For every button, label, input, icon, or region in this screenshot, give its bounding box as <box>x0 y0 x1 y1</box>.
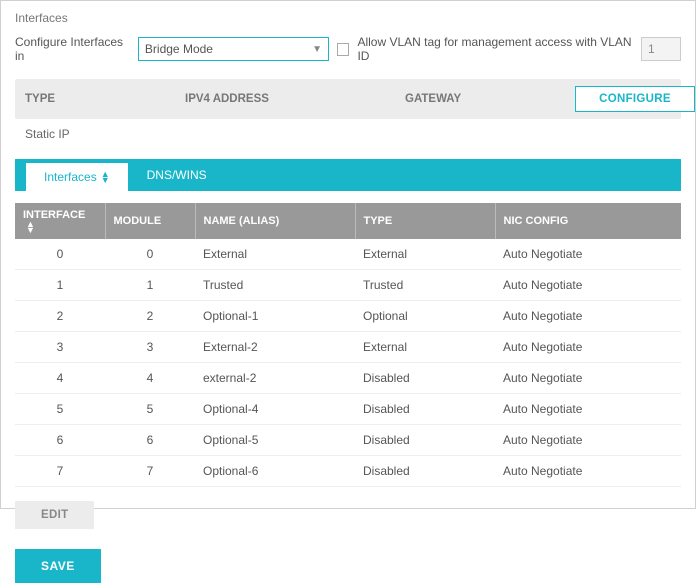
cell-name: External-2 <box>195 332 355 363</box>
interfaces-table: INTERFACE ▲▼ MODULE NAME (ALIAS) TYPE NI… <box>15 203 681 487</box>
th-type[interactable]: TYPE <box>355 203 495 239</box>
cell-name: Trusted <box>195 270 355 301</box>
cell-name: Optional-5 <box>195 425 355 456</box>
table-row[interactable]: 00ExternalExternalAuto Negotiate <box>15 239 681 270</box>
configure-button[interactable]: CONFIGURE <box>575 86 695 112</box>
tab-interfaces[interactable]: Interfaces ▲▼ <box>25 162 129 191</box>
cell-type: External <box>355 239 495 270</box>
chevron-down-icon: ▼ <box>312 44 322 55</box>
mode-select-value: Bridge Mode <box>145 42 213 56</box>
vlan-checkbox[interactable] <box>337 43 349 56</box>
sort-icon: ▲▼ <box>26 221 35 233</box>
cell-interface: 6 <box>15 425 105 456</box>
th-nic[interactable]: NIC CONFIG <box>495 203 681 239</box>
cell-type: Disabled <box>355 394 495 425</box>
summary-th-type: TYPE <box>25 93 185 105</box>
summary-type-value: Static IP <box>15 119 681 159</box>
mode-select[interactable]: Bridge Mode ▼ <box>138 37 329 61</box>
cell-nic: Auto Negotiate <box>495 270 681 301</box>
cell-module: 3 <box>105 332 195 363</box>
cell-type: Disabled <box>355 425 495 456</box>
cell-name: Optional-1 <box>195 301 355 332</box>
tab-dnswins[interactable]: DNS/WINS <box>129 159 225 191</box>
th-name[interactable]: NAME (ALIAS) <box>195 203 355 239</box>
summary-header: TYPE IPV4 ADDRESS GATEWAY CONFIGURE <box>15 79 681 119</box>
cell-nic: Auto Negotiate <box>495 239 681 270</box>
table-row[interactable]: 22Optional-1OptionalAuto Negotiate <box>15 301 681 332</box>
configure-label: Configure Interfaces in <box>15 35 130 63</box>
configure-row: Configure Interfaces in Bridge Mode ▼ Al… <box>15 35 681 63</box>
cell-name: external-2 <box>195 363 355 394</box>
cell-nic: Auto Negotiate <box>495 456 681 487</box>
th-module[interactable]: MODULE <box>105 203 195 239</box>
table-row[interactable]: 66Optional-5DisabledAuto Negotiate <box>15 425 681 456</box>
table-row[interactable]: 44external-2DisabledAuto Negotiate <box>15 363 681 394</box>
cell-type: Trusted <box>355 270 495 301</box>
vlan-id-input[interactable] <box>641 37 681 61</box>
cell-nic: Auto Negotiate <box>495 394 681 425</box>
cell-module: 0 <box>105 239 195 270</box>
page-title: Interfaces <box>15 11 681 25</box>
cell-interface: 2 <box>15 301 105 332</box>
cell-type: Disabled <box>355 363 495 394</box>
cell-module: 2 <box>105 301 195 332</box>
cell-nic: Auto Negotiate <box>495 332 681 363</box>
cell-interface: 7 <box>15 456 105 487</box>
table-row[interactable]: 55Optional-4DisabledAuto Negotiate <box>15 394 681 425</box>
table-row[interactable]: 11TrustedTrustedAuto Negotiate <box>15 270 681 301</box>
summary-th-gateway: GATEWAY <box>405 93 575 105</box>
cell-type: External <box>355 332 495 363</box>
cell-module: 6 <box>105 425 195 456</box>
tabs-bar: Interfaces ▲▼ DNS/WINS <box>15 159 681 191</box>
tab-interfaces-label: Interfaces <box>44 170 97 184</box>
cell-interface: 4 <box>15 363 105 394</box>
cell-name: External <box>195 239 355 270</box>
save-button[interactable]: SAVE <box>15 549 101 583</box>
cell-interface: 0 <box>15 239 105 270</box>
cell-nic: Auto Negotiate <box>495 301 681 332</box>
vlan-checkbox-label: Allow VLAN tag for management access wit… <box>357 35 633 63</box>
cell-interface: 3 <box>15 332 105 363</box>
cell-nic: Auto Negotiate <box>495 363 681 394</box>
cell-module: 1 <box>105 270 195 301</box>
th-interface[interactable]: INTERFACE ▲▼ <box>15 203 105 239</box>
edit-button[interactable]: EDIT <box>15 501 94 529</box>
cell-interface: 5 <box>15 394 105 425</box>
cell-interface: 1 <box>15 270 105 301</box>
cell-module: 7 <box>105 456 195 487</box>
cell-nic: Auto Negotiate <box>495 425 681 456</box>
sort-icon: ▲▼ <box>101 171 110 183</box>
summary-th-ipv4: IPV4 ADDRESS <box>185 93 405 105</box>
table-row[interactable]: 77Optional-6DisabledAuto Negotiate <box>15 456 681 487</box>
cell-module: 5 <box>105 394 195 425</box>
cell-name: Optional-4 <box>195 394 355 425</box>
table-row[interactable]: 33External-2ExternalAuto Negotiate <box>15 332 681 363</box>
cell-name: Optional-6 <box>195 456 355 487</box>
cell-type: Optional <box>355 301 495 332</box>
cell-type: Disabled <box>355 456 495 487</box>
cell-module: 4 <box>105 363 195 394</box>
